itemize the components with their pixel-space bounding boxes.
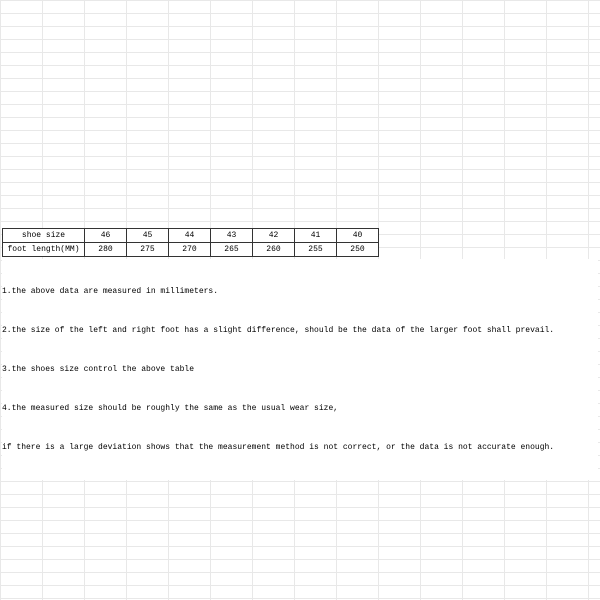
note-line: 4.the measured size should be roughly th… (2, 402, 598, 415)
note-line: 2.the size of the left and right foot ha… (2, 324, 598, 337)
length-cell: 255 (295, 243, 337, 257)
table-row: foot length(MM) 280 275 270 265 260 255 … (3, 243, 379, 257)
notes-block: 1.the above data are measured in millime… (2, 259, 598, 480)
content-area: shoe size 46 45 44 43 42 41 40 foot leng… (2, 228, 598, 480)
size-table: shoe size 46 45 44 43 42 41 40 foot leng… (2, 228, 379, 257)
size-cell: 42 (253, 229, 295, 243)
table-row: shoe size 46 45 44 43 42 41 40 (3, 229, 379, 243)
length-cell: 270 (169, 243, 211, 257)
size-cell: 43 (211, 229, 253, 243)
length-cell: 265 (211, 243, 253, 257)
note-line: if there is a large deviation shows that… (2, 441, 598, 454)
size-cell: 41 (295, 229, 337, 243)
row-label-foot-length: foot length(MM) (3, 243, 85, 257)
note-line: 1.the above data are measured in millime… (2, 285, 598, 298)
row-label-shoe-size: shoe size (3, 229, 85, 243)
size-cell: 44 (169, 229, 211, 243)
size-cell: 45 (127, 229, 169, 243)
length-cell: 280 (85, 243, 127, 257)
size-cell: 46 (85, 229, 127, 243)
note-line: 3.the shoes size control the above table (2, 363, 598, 376)
length-cell: 250 (337, 243, 379, 257)
length-cell: 275 (127, 243, 169, 257)
length-cell: 260 (253, 243, 295, 257)
size-cell: 40 (337, 229, 379, 243)
